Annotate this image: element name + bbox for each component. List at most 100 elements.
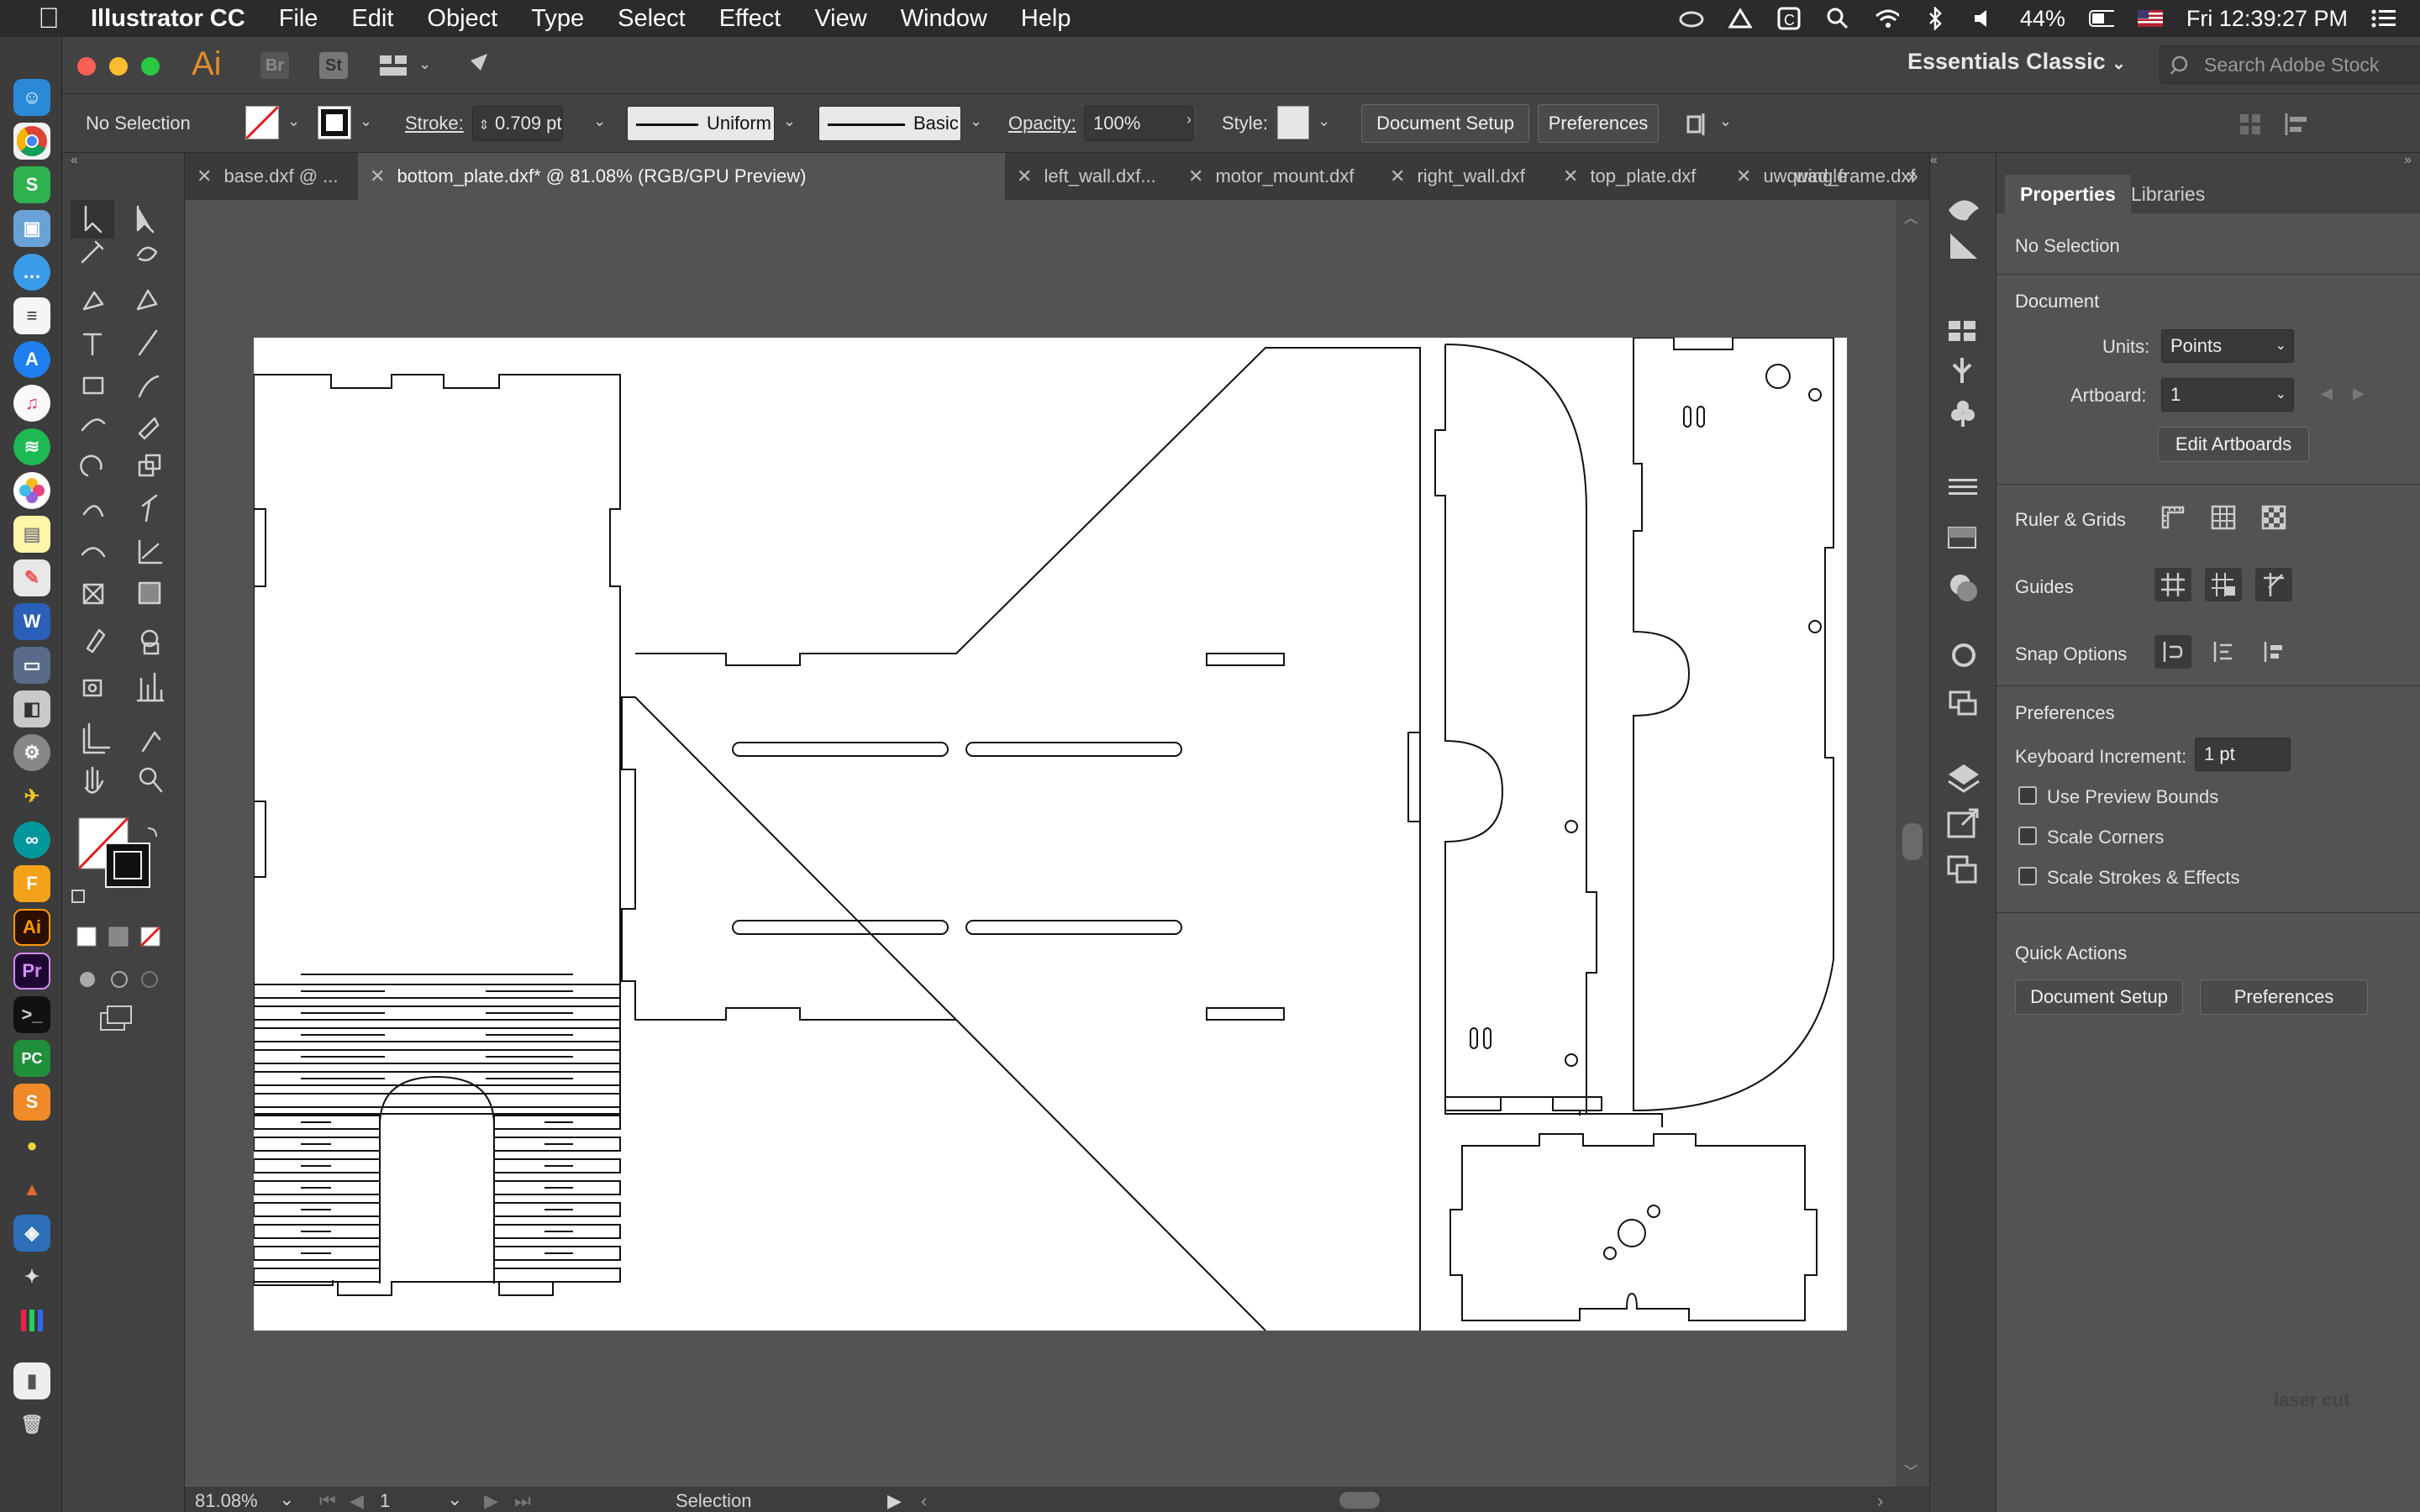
blend-tool-icon[interactable] [128, 623, 168, 660]
align-chevron-icon[interactable]: ⌄ [1719, 113, 1732, 130]
next-artboard-icon[interactable]: ▶ [484, 1490, 498, 1512]
workspace-switcher[interactable]: Essentials Classic ⌄ [1907, 49, 2126, 75]
arrange-documents-icon[interactable] [373, 47, 413, 84]
artboard-number[interactable]: 1 [380, 1490, 390, 1512]
scroll-up-icon[interactable]: ︿ [1904, 207, 1918, 227]
scale-tool-icon[interactable] [128, 452, 168, 489]
fill-swatch[interactable] [245, 105, 280, 140]
shape-builder-tool-icon[interactable] [72, 536, 113, 573]
default-fill-stroke-icon[interactable] [69, 887, 89, 907]
menu-edit[interactable]: Edit [351, 5, 393, 33]
puppet-warp-tool-icon[interactable] [128, 494, 168, 531]
scroll-right-icon[interactable]: › [1877, 1490, 1883, 1512]
close-tab-icon[interactable]: ✕ [370, 165, 385, 186]
width-tool-icon[interactable] [72, 494, 113, 531]
stroke-swatch[interactable] [318, 106, 351, 139]
canvas[interactable] [185, 200, 1896, 1487]
itunes-icon[interactable]: ♫ [13, 385, 50, 422]
vertical-scrollbar[interactable]: ︿ ﹀ [1896, 200, 1929, 1487]
previous-artboard-icon[interactable]: ◀ [350, 1490, 364, 1512]
graphic-style-swatch[interactable] [1277, 106, 1309, 139]
units-select[interactable]: Points ⌄ [2161, 329, 2294, 363]
gpu-performance-icon[interactable] [457, 47, 497, 84]
zoom-level[interactable]: 81.08% [195, 1490, 258, 1512]
close-tab-icon[interactable]: ✕ [197, 165, 212, 186]
perspective-grid-tool-icon[interactable] [128, 536, 168, 573]
spotlight-search-icon[interactable] [1825, 8, 1850, 29]
bars-app-icon[interactable] [13, 1302, 50, 1339]
app-store-icon[interactable]: A [13, 341, 50, 378]
smart-guides-icon[interactable] [2255, 568, 2292, 601]
us-flag-icon[interactable] [2137, 8, 2163, 29]
bridge-button[interactable]: Br [260, 52, 289, 79]
stock-search-input[interactable]: Search Adobe Stock [2160, 45, 2420, 84]
close-tab-icon[interactable]: ✕ [1736, 165, 1751, 186]
stroke-color-icon[interactable] [106, 843, 150, 887]
fusion-icon[interactable]: F [13, 865, 50, 902]
brush-definition-select[interactable]: Basic [818, 106, 961, 141]
eyedropper-tool-icon[interactable] [72, 623, 113, 660]
collapse-panel-icon[interactable]: » [2404, 153, 2412, 168]
transparency-icon[interactable] [1945, 570, 1982, 603]
draw-normal-icon[interactable] [77, 969, 99, 991]
sublime-icon[interactable]: S [13, 1084, 50, 1121]
paintbrush-tool-icon[interactable] [128, 368, 168, 405]
profile-chevron-icon[interactable]: ⌄ [783, 113, 796, 130]
tab-motor-mount-dxf[interactable]: ✕ motor_mount.dxf [1176, 153, 1375, 200]
close-tab-icon[interactable]: ✕ [1390, 165, 1405, 186]
arduino-icon[interactable]: ∞ [13, 822, 50, 858]
preview-icon[interactable]: ▣ [13, 210, 50, 247]
bird-app-icon[interactable]: ✈ [13, 778, 50, 815]
symbol-sprayer-tool-icon[interactable] [72, 670, 113, 707]
align-options-icon[interactable] [1679, 106, 1719, 143]
preferences-button[interactable]: Preferences [1538, 104, 1659, 143]
lasso-tool-icon[interactable] [128, 240, 168, 277]
system-preferences-icon[interactable]: ⚙ [13, 734, 50, 771]
keyboard-increment-input[interactable]: 1 pt [2195, 738, 2291, 771]
zoom-chevron-icon[interactable]: ⌄ [279, 1488, 294, 1510]
show-guides-icon[interactable] [2154, 568, 2191, 601]
horizontal-scroll-thumb[interactable] [1339, 1492, 1380, 1509]
menubar-clock[interactable]: Fri 12:39:27 PM [2186, 6, 2348, 32]
gradient-panel-icon[interactable] [1945, 521, 1982, 554]
menu-object[interactable]: Object [427, 5, 497, 33]
first-artboard-icon[interactable]: ⏮ [319, 1490, 336, 1512]
tab-left-wall-dxf[interactable]: ✕ left_wall.dxf... [1005, 153, 1173, 200]
opacity-arrow-icon[interactable]: › [1186, 111, 1192, 129]
stroke-panel-icon[interactable] [1945, 470, 1982, 504]
rotate-tool-icon[interactable] [72, 452, 113, 489]
notification-center-icon[interactable] [2371, 8, 2396, 29]
menu-window[interactable]: Window [901, 5, 987, 33]
menu-app-name[interactable]: Illustrator CC [91, 5, 245, 33]
fill-chevron-icon[interactable]: ⌄ [287, 113, 300, 130]
document-stack-icon[interactable]: ▮ [13, 1362, 50, 1399]
app-s-icon[interactable]: S [13, 166, 50, 203]
matlab-icon[interactable]: ▲ [13, 1171, 50, 1208]
zoom-tool-icon[interactable] [128, 763, 168, 800]
document-setup-button[interactable]: Document Setup [1361, 104, 1529, 143]
menu-help[interactable]: Help [1021, 5, 1071, 33]
drive-utility-icon[interactable]: ◧ [13, 690, 50, 727]
hand-tool-icon[interactable] [72, 763, 113, 800]
apple-icon[interactable]:  [30, 3, 67, 35]
magic-wand-tool-icon[interactable] [72, 240, 113, 277]
tab-wingle[interactable]: wingle [1795, 153, 1896, 200]
draw-behind-icon[interactable] [109, 969, 131, 991]
snap-to-pixel-icon[interactable] [2205, 635, 2242, 669]
artboards-panel-icon[interactable] [1945, 855, 1982, 889]
stroke-weight-stepper[interactable]: ⇕ 0.709 pt [472, 106, 563, 141]
edit-artboards-button[interactable]: Edit Artboards [2158, 427, 2309, 462]
arrange-icon[interactable] [2230, 106, 2270, 143]
menu-select[interactable]: Select [618, 5, 686, 33]
color-panel-icon[interactable] [1945, 193, 1982, 227]
menu-type[interactable]: Type [531, 5, 584, 33]
menu-view[interactable]: View [814, 5, 866, 33]
style-chevron-icon[interactable]: ⌄ [1318, 113, 1330, 130]
automator-icon[interactable]: ✦ [13, 1258, 50, 1295]
none-mode-icon[interactable] [139, 926, 161, 948]
previous-artboard-panel-icon[interactable]: ◀ [2321, 385, 2333, 402]
artboard[interactable] [253, 337, 1847, 1331]
stepper-arrows-icon[interactable]: ⇕ [473, 109, 495, 143]
photos-icon[interactable] [13, 472, 50, 509]
next-artboard-panel-icon[interactable]: ▶ [2353, 385, 2365, 402]
